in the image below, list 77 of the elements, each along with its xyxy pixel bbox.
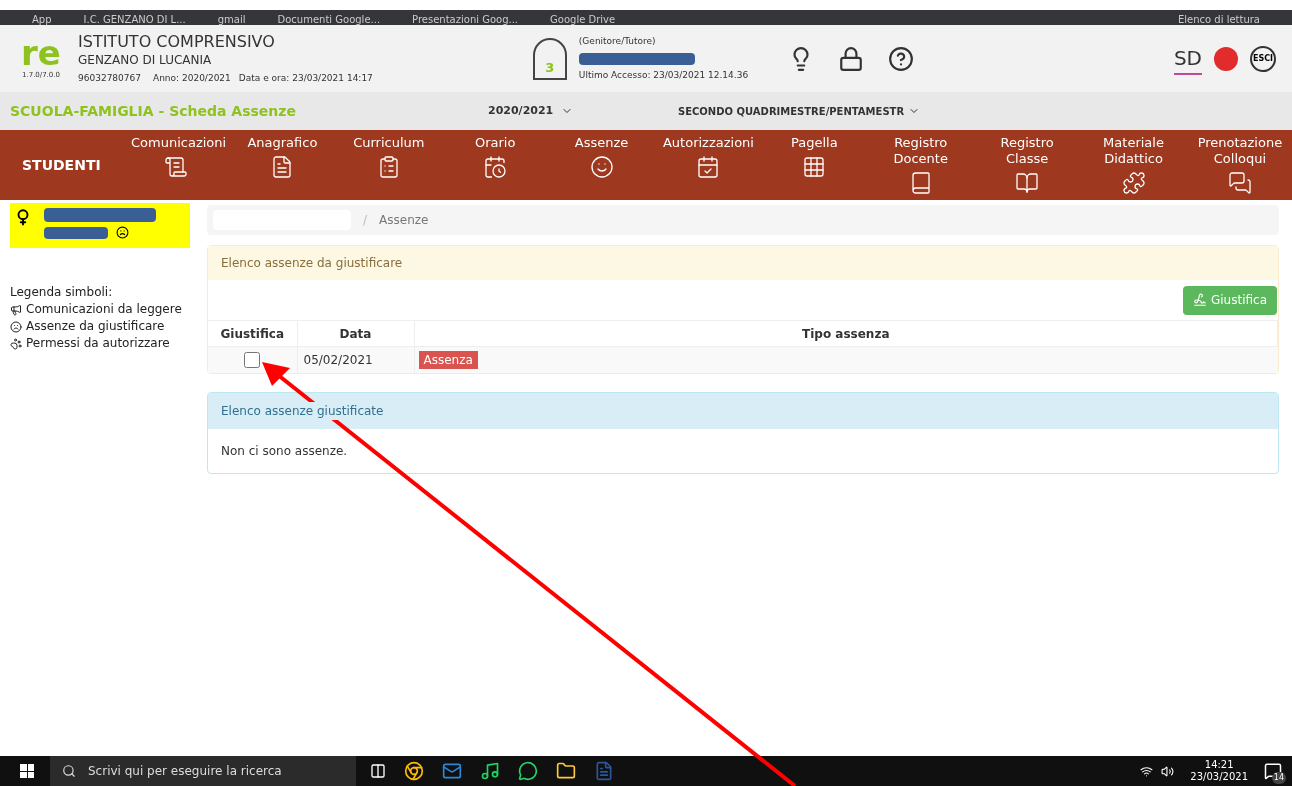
date-time: Data e ora: 23/03/2021 14:17 [238, 71, 373, 85]
period-dropdown[interactable]: SECONDO QUADRIMESTRE/PENTAMESTR [678, 103, 921, 119]
help-icon[interactable] [888, 45, 915, 72]
section-label: STUDENTI [21, 155, 102, 175]
bookmark-link[interactable]: Presentazioni Goog... [412, 15, 519, 25]
nav-item[interactable]: Pagella [766, 135, 863, 195]
nav-item[interactable]: Assenze [553, 135, 650, 195]
frown-icon [10, 320, 22, 333]
bookmark-link[interactable]: Documenti Google... [277, 15, 381, 25]
nav-icon [802, 155, 827, 179]
legend-label: Comunicazioni da leggere [26, 301, 182, 318]
legend-title: Legenda simboli: [10, 284, 114, 301]
bookmark-link[interactable]: Google Drive [550, 15, 616, 25]
folder-icon[interactable] [556, 761, 576, 781]
signature-icon [1192, 293, 1207, 307]
nav-item[interactable]: Autorizzazioni [659, 135, 756, 195]
school-title: ISTITUTO COMPRENSIVO [78, 31, 276, 52]
justify-checkbox[interactable] [244, 352, 261, 369]
school-subtitle: GENZANO DI LUCANIA [78, 51, 213, 68]
megaphone-icon [10, 303, 22, 316]
search-icon [62, 764, 76, 778]
bookmark-link[interactable]: I.C. GENZANO DI L... [83, 15, 186, 25]
paw-icon [10, 337, 22, 350]
nav-item[interactable]: Curriculum [340, 135, 437, 195]
nav-item[interactable]: Comunicazioni [128, 135, 224, 195]
chat-app-icon[interactable] [518, 761, 538, 781]
nav-item[interactable]: Anagrafico [234, 135, 331, 195]
school-code: 96032780767 [78, 71, 141, 85]
nav-item[interactable]: Materiale Didattico [1085, 135, 1182, 195]
table-cell: 05/02/2021 [297, 346, 414, 373]
logo: re [21, 36, 61, 71]
nav-icon [1227, 171, 1252, 195]
panel-title: Elenco assenze giustificate [221, 401, 384, 420]
last-access: Ultimo Accesso: 23/03/2021 12.14.36 [578, 68, 749, 82]
legend-label: Assenze da giustificare [26, 318, 165, 335]
nav-icon [483, 155, 508, 179]
empty-message: Non ci sono assenze. [221, 442, 348, 460]
user-count-label: 3 [545, 59, 555, 77]
notification-icon[interactable] [1264, 762, 1282, 780]
task-view-icon[interactable] [370, 763, 386, 779]
windows-start-icon[interactable] [20, 764, 34, 778]
nav-icon [1121, 171, 1146, 195]
word-processor-icon[interactable] [594, 761, 614, 781]
breadcrumb-separator: / [363, 212, 368, 229]
breadcrumb-current: Assenze [379, 212, 429, 229]
exit-button[interactable]: ESCI [1250, 45, 1276, 72]
volume-icon[interactable] [1161, 764, 1175, 778]
nav-item[interactable]: Registro Docente [872, 135, 969, 195]
nav-item[interactable]: Orario [447, 135, 544, 195]
school-year: Anno: 2020/2021 [153, 71, 231, 85]
clock-time[interactable]: 14:21 [1204, 759, 1234, 771]
bookmark-link[interactable]: gmail [217, 15, 246, 25]
music-app-icon[interactable] [480, 761, 500, 781]
browser-icon[interactable] [404, 761, 424, 781]
absence-tag: Assenza [418, 350, 478, 369]
reading-list-link[interactable]: Elenco di lettura [1177, 15, 1260, 25]
frown-icon [116, 226, 129, 239]
page-title: SCUOLA-FAMIGLIA - Scheda Assenze [10, 101, 297, 121]
bookmark-link[interactable]: App [32, 15, 52, 25]
legend-label: Permessi da autorizzare [26, 335, 170, 352]
nav-icon [695, 155, 720, 179]
lock-icon[interactable] [838, 45, 865, 72]
wifi-icon[interactable] [1140, 764, 1154, 778]
year-dropdown[interactable]: 2020/2021 [488, 102, 678, 120]
nav-icon [589, 155, 614, 179]
clock-date[interactable]: 23/03/2021 [1190, 771, 1248, 783]
taskbar-search-field[interactable]: Scrivi qui per eseguire la ricerca [50, 756, 356, 786]
panel-title: Elenco assenze da giustificare [221, 255, 403, 272]
nav-icon [1015, 171, 1040, 195]
notification-count: 14 [1271, 772, 1286, 784]
sd-logo[interactable]: SD [1173, 42, 1202, 75]
redacted-name-bar [44, 226, 108, 239]
user-role: (Genitore/Tutore) [578, 35, 657, 48]
nav-item[interactable]: Registro Classe [979, 135, 1076, 195]
nav-icon [164, 155, 188, 179]
mail-icon[interactable] [442, 761, 462, 781]
nav-item[interactable]: Prenotazione Colloqui [1191, 135, 1288, 195]
